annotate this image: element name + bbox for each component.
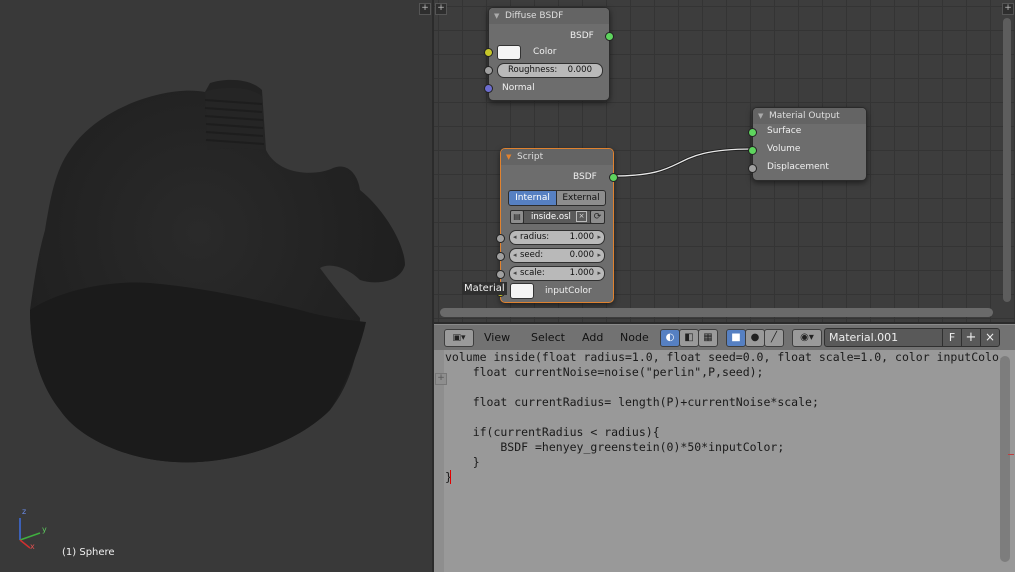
viewport-scene xyxy=(19,79,405,549)
output-socket[interactable] xyxy=(605,32,614,41)
node-editor-vertical-scrollbar[interactable] xyxy=(1003,18,1011,302)
drag-tooltip: Material xyxy=(462,282,507,295)
active-object-label: (1) Sphere xyxy=(62,547,115,558)
radius-label: radius: xyxy=(520,232,550,242)
new-material-plus-icon[interactable]: + xyxy=(961,328,981,347)
scale-value: 1.000 xyxy=(569,268,594,278)
axis-z-label: z xyxy=(22,507,27,516)
displacement-socket[interactable] xyxy=(748,164,757,173)
decrement-arrow-icon[interactable]: ◂ xyxy=(513,267,517,280)
code-line[interactable]: BSDF =henyey_greenstein(0)*50*inputColor… xyxy=(445,440,784,454)
normal-label: Normal xyxy=(502,83,535,93)
roughness-socket[interactable] xyxy=(484,66,493,75)
increment-arrow-icon[interactable]: ▸ xyxy=(597,249,601,262)
radius-value: 1.000 xyxy=(569,232,594,242)
code-line[interactable]: } xyxy=(445,455,480,469)
output-label: BSDF xyxy=(573,172,597,182)
decrement-arrow-icon[interactable]: ◂ xyxy=(513,249,517,262)
node-title: Script xyxy=(517,152,544,162)
scale-socket[interactable] xyxy=(496,270,505,279)
collapse-triangle-icon[interactable]: ▼ xyxy=(506,149,511,165)
radius-socket[interactable] xyxy=(496,234,505,243)
surface-label: Surface xyxy=(767,126,802,136)
text-editor-scrollbar[interactable] xyxy=(1000,356,1010,562)
roughness-field[interactable]: Roughness: 0.000 xyxy=(497,63,603,78)
node-title: Diffuse BSDF xyxy=(505,11,564,21)
editor-type-menu-icon[interactable]: ▣▾ xyxy=(444,329,474,347)
material-browse-icon[interactable]: ◉▾ xyxy=(792,329,822,347)
compositing-nodes-icon[interactable]: ◧ xyxy=(679,329,699,347)
scale-field[interactable]: ◂ scale: 1.000 ▸ xyxy=(509,266,605,281)
seed-label: seed: xyxy=(520,250,544,260)
roughness-value: 0.000 xyxy=(567,65,592,75)
scroll-position-marker xyxy=(1008,454,1014,455)
area-split-plus-icon[interactable]: + xyxy=(435,3,447,15)
node-header[interactable]: ▼ Script xyxy=(501,149,613,165)
node-editor[interactable]: + + ▼ Diffuse BSDF BSDF Color Roughness:… xyxy=(434,0,1015,322)
displacement-label: Displacement xyxy=(767,162,829,172)
axis-y-label: y xyxy=(42,525,47,534)
shader-nodes-icon[interactable]: ◐ xyxy=(660,329,680,347)
text-datablock-icon[interactable]: ▤ xyxy=(510,210,524,224)
color-label: Color xyxy=(533,47,557,57)
reload-script-icon[interactable]: ⟳ xyxy=(590,210,605,224)
text-cursor xyxy=(450,470,451,484)
script-node[interactable]: ▼ Script BSDF Internal External ▤ inside… xyxy=(496,148,618,303)
code-line[interactable]: float currentRadius= length(P)+currentNo… xyxy=(445,395,819,409)
normal-socket[interactable] xyxy=(484,84,493,93)
fake-user-button[interactable]: F xyxy=(942,328,962,347)
input-color-label: inputColor xyxy=(545,286,592,296)
menu-view[interactable]: View xyxy=(484,331,510,344)
text-editor[interactable] xyxy=(434,350,1015,572)
node-title: Material Output xyxy=(769,111,840,121)
volume-object[interactable] xyxy=(30,79,405,463)
decrement-arrow-icon[interactable]: ◂ xyxy=(513,231,517,244)
axis-x-label: x xyxy=(30,542,35,551)
seed-value: 0.000 xyxy=(569,250,594,260)
node-header[interactable]: ▼ Material Output xyxy=(753,108,866,124)
texture-nodes-icon[interactable]: ▦ xyxy=(698,329,718,347)
linestyle-shader-icon[interactable]: ╱ xyxy=(764,329,784,347)
surface-socket[interactable] xyxy=(748,128,757,137)
volume-label: Volume xyxy=(767,144,801,154)
code-line[interactable]: volume inside(float radius=1.0, float se… xyxy=(445,350,1006,364)
code-line[interactable]: if(currentRadius < radius){ xyxy=(445,425,660,439)
seed-socket[interactable] xyxy=(496,252,505,261)
input-color-swatch[interactable] xyxy=(510,283,534,299)
menu-select[interactable]: Select xyxy=(531,331,565,344)
scale-label: scale: xyxy=(520,268,545,278)
external-mode-button[interactable]: External xyxy=(556,190,606,206)
object-shader-icon[interactable]: ■ xyxy=(726,329,746,347)
code-line[interactable]: float currentNoise=noise("perlin",P,seed… xyxy=(445,365,764,379)
collapse-triangle-icon[interactable]: ▼ xyxy=(758,108,763,124)
diffuse-bsdf-node[interactable]: ▼ Diffuse BSDF BSDF Color Roughness: 0.0… xyxy=(484,7,614,101)
internal-mode-button[interactable]: Internal xyxy=(508,190,557,206)
menu-add[interactable]: Add xyxy=(582,331,603,344)
world-shader-icon[interactable]: ● xyxy=(745,329,765,347)
menu-node[interactable]: Node xyxy=(620,331,649,344)
3d-viewport[interactable]: z y x (1) Sphere + xyxy=(0,0,432,572)
collapse-triangle-icon[interactable]: ▼ xyxy=(494,8,499,24)
node-header[interactable]: ▼ Diffuse BSDF xyxy=(489,8,609,24)
unlink-x-icon[interactable]: × xyxy=(576,211,587,222)
seed-field[interactable]: ◂ seed: 0.000 ▸ xyxy=(509,248,605,263)
material-name-field[interactable]: Material.001 xyxy=(824,328,946,347)
roughness-label: Roughness: xyxy=(508,65,558,75)
material-output-node[interactable]: ▼ Material Output Surface Volume Displac… xyxy=(748,107,867,181)
node-editor-horizontal-scrollbar[interactable] xyxy=(440,308,993,317)
area-split-plus-icon[interactable]: + xyxy=(419,3,431,15)
increment-arrow-icon[interactable]: ▸ xyxy=(597,231,601,244)
increment-arrow-icon[interactable]: ▸ xyxy=(597,267,601,280)
output-label: BSDF xyxy=(570,31,594,41)
color-socket[interactable] xyxy=(484,48,493,57)
area-split-plus-icon[interactable]: + xyxy=(1002,3,1014,15)
unlink-material-x-icon[interactable]: × xyxy=(980,328,1000,347)
radius-field[interactable]: ◂ radius: 1.000 ▸ xyxy=(509,230,605,245)
output-socket[interactable] xyxy=(609,173,618,182)
volume-socket[interactable] xyxy=(748,146,757,155)
color-swatch[interactable] xyxy=(497,45,521,60)
